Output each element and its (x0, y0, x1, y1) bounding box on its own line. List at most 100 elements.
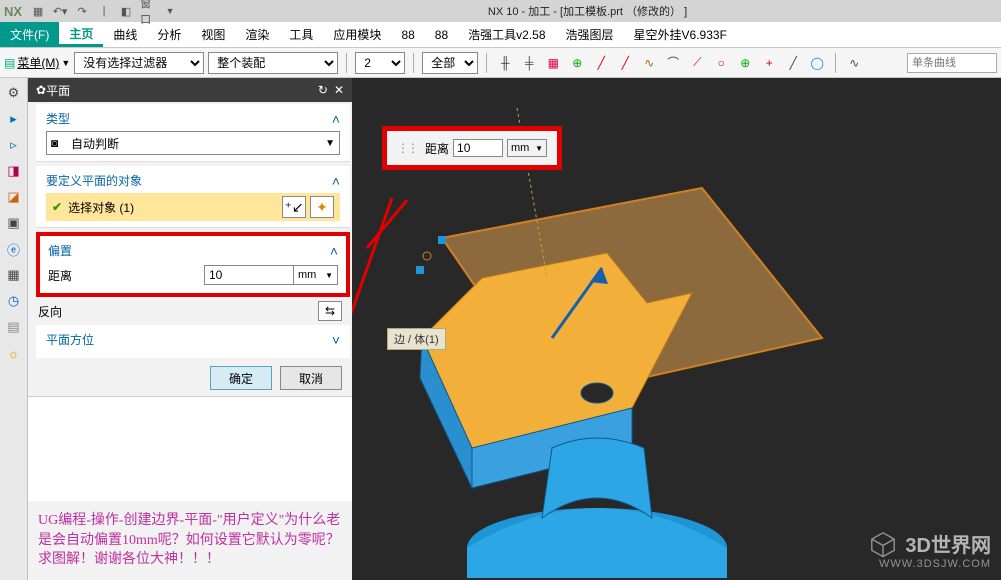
chevron-up-icon: ˄ (332, 173, 340, 189)
watermark: 3D世界网 WWW.3DSJW.COM (869, 529, 991, 570)
reverse-button[interactable]: ⇆ (318, 301, 342, 321)
select-object-label: 选择对象 (1) (68, 199, 278, 216)
snap-color-icon[interactable]: ▦ (543, 53, 563, 73)
menu-home[interactable]: 主页 (59, 22, 103, 47)
main-area: ⚙ ▸ ▹ ◨ ◪ ▣ ⓔ ▦ ◷ ▤ ☼ ✿ 平面 ↻ ✕ 类型 ˄ ◙ 自动… (0, 78, 1001, 580)
menu-hqtools[interactable]: 浩强工具v2.58 (458, 22, 555, 47)
tangent-icon[interactable]: ⟋ (687, 53, 707, 73)
distance-input[interactable] (204, 265, 294, 285)
menu-button[interactable]: ▤ 菜单(M) ▼ (4, 54, 70, 71)
undo-icon[interactable]: ↶▾ (52, 3, 68, 19)
separator (413, 53, 414, 73)
menu-88a[interactable]: 88 (391, 22, 424, 47)
section-type-head[interactable]: 类型 ˄ (46, 110, 340, 127)
target-icon[interactable]: ⊕ (735, 53, 755, 73)
curve-search-input[interactable] (907, 53, 997, 73)
nav2-icon[interactable]: ▹ (5, 136, 23, 154)
target-button[interactable]: ✦ (310, 196, 334, 218)
arc-icon[interactable]: ⌒ (663, 53, 683, 73)
type-dropdown[interactable]: ◙ 自动判断 ▼ (46, 131, 340, 155)
float-distance-input[interactable] (453, 139, 503, 157)
clock-icon[interactable]: ◷ (5, 292, 23, 310)
assembly-select[interactable]: 整个装配 (208, 52, 338, 74)
scope-select[interactable]: 全部 (422, 52, 478, 74)
window-title: NX 10 - 加工 - [加工模板.prt （修改的） ] (178, 3, 997, 19)
menu-88b[interactable]: 88 (425, 22, 458, 47)
part-icon[interactable]: ◪ (5, 188, 23, 206)
layer-icon[interactable]: ▣ (5, 214, 23, 232)
point-dialog-button[interactable]: ⁺↙ (282, 196, 306, 218)
unit-label: mm (298, 269, 316, 281)
separator (486, 53, 487, 73)
filter-select[interactable]: 没有选择过滤器 (74, 52, 204, 74)
num-select[interactable]: 2 (355, 52, 405, 74)
circle-icon[interactable]: ○ (711, 53, 731, 73)
float-distance-label: 距离 (425, 140, 449, 157)
plane-dialog: ✿ 平面 ↻ ✕ 类型 ˄ ◙ 自动判断 ▼ 要定义平面的对象 ˄ (28, 78, 352, 580)
redo-icon[interactable]: ↷ (74, 3, 90, 19)
type-value: 自动判断 (71, 135, 325, 152)
user-annotation: UG编程-操作-创建边界-平面-"用户定义"为什么老是会自动偏置10mm呢？如何… (28, 501, 352, 580)
menu-file[interactable]: 文件(F) (0, 22, 59, 47)
snap-end-icon[interactable]: ╪ (519, 53, 539, 73)
menu-icon: ▤ (4, 56, 15, 70)
wrench-icon[interactable]: ▤ (5, 318, 23, 336)
menu-view[interactable]: 视图 (191, 22, 235, 47)
divider: | (96, 3, 112, 19)
chevron-up-icon: ˄ (332, 111, 340, 127)
more-icon[interactable]: ∿ (844, 53, 864, 73)
edge-tooltip: 边 / 体(1) (387, 328, 446, 350)
menu-tools[interactable]: 工具 (279, 22, 323, 47)
window-menu-label[interactable]: 窗口 (140, 3, 156, 19)
reset-icon[interactable]: ↻ (318, 83, 328, 97)
plus-icon[interactable]: + (759, 53, 779, 73)
close-icon[interactable]: ✕ (334, 83, 344, 97)
menu-render[interactable]: 渲染 (235, 22, 279, 47)
nav-icon[interactable]: ▸ (5, 110, 23, 128)
resource-bar: ⚙ ▸ ▹ ◨ ◪ ▣ ⓔ ▦ ◷ ▤ ☼ (0, 78, 28, 580)
distance-unit-select[interactable]: mm▼ (294, 265, 338, 285)
select-object-row[interactable]: ✔ 选择对象 (1) ⁺↙ ✦ (46, 193, 340, 221)
grip-icon[interactable]: ⋮⋮ (397, 141, 417, 155)
snap-point-icon[interactable]: ⊕ (567, 53, 587, 73)
line3-icon[interactable]: ╱ (783, 53, 803, 73)
float-unit-label: mm (511, 142, 529, 154)
distance-row: 距离 mm▼ (48, 263, 338, 287)
chevron-down-icon: ▼ (325, 138, 335, 149)
dialog-header: ✿ 平面 ↻ ✕ (28, 78, 352, 102)
db-icon[interactable]: ▦ (5, 266, 23, 284)
type-label: 类型 (46, 110, 70, 127)
gear-icon[interactable]: ⚙ (5, 84, 23, 102)
line2-icon[interactable]: ╱ (615, 53, 635, 73)
watermark-url: WWW.3DSJW.COM (869, 558, 991, 570)
circle2-icon[interactable]: ◯ (807, 53, 827, 73)
ie-icon[interactable]: ⓔ (5, 240, 23, 258)
menu-analyze[interactable]: 分析 (147, 22, 191, 47)
chevron-down-icon[interactable]: ▼ (162, 3, 178, 19)
title-bar: NX ▦ ↶▾ ↷ | ◧ 窗口 ▼ NX 10 - 加工 - [加工模板.pr… (0, 0, 1001, 22)
floating-distance-input[interactable]: ⋮⋮ 距离 mm▼ (382, 126, 562, 170)
menu-appmod[interactable]: 应用模块 (323, 22, 391, 47)
reverse-row: 反向 ⇆ (28, 299, 352, 323)
curve-icon[interactable]: ∿ (639, 53, 659, 73)
cancel-button[interactable]: 取消 (280, 366, 342, 390)
menu-xkplugin[interactable]: 星空外挂V6.933F (624, 22, 737, 47)
ok-button[interactable]: 确定 (210, 366, 272, 390)
viewport-3d[interactable]: ⋮⋮ 距离 mm▼ 边 / 体(1) 3D世界网 WWW.3DSJW.COM (352, 78, 1001, 580)
distance-label: 距离 (48, 267, 204, 284)
section-objects-head[interactable]: 要定义平面的对象 ˄ (46, 172, 340, 189)
separator (835, 53, 836, 73)
history-icon[interactable]: ◨ (5, 162, 23, 180)
float-unit-select[interactable]: mm▼ (507, 139, 547, 157)
section-orient-head[interactable]: 平面方位 ˅ (46, 331, 340, 348)
orient-label: 平面方位 (46, 331, 94, 348)
line-icon[interactable]: ╱ (591, 53, 611, 73)
section-objects: 要定义平面的对象 ˄ ✔ 选择对象 (1) ⁺↙ ✦ (36, 166, 350, 228)
save-icon[interactable]: ▦ (30, 3, 46, 19)
sun-icon[interactable]: ☼ (5, 344, 23, 362)
snap-mid-icon[interactable]: ╫ (495, 53, 515, 73)
menu-curve[interactable]: 曲线 (103, 22, 147, 47)
section-offset-head[interactable]: 偏置 ˄ (48, 242, 338, 259)
window-menu-icon[interactable]: ◧ (118, 3, 134, 19)
menu-hqlayer[interactable]: 浩强图层 (556, 22, 624, 47)
